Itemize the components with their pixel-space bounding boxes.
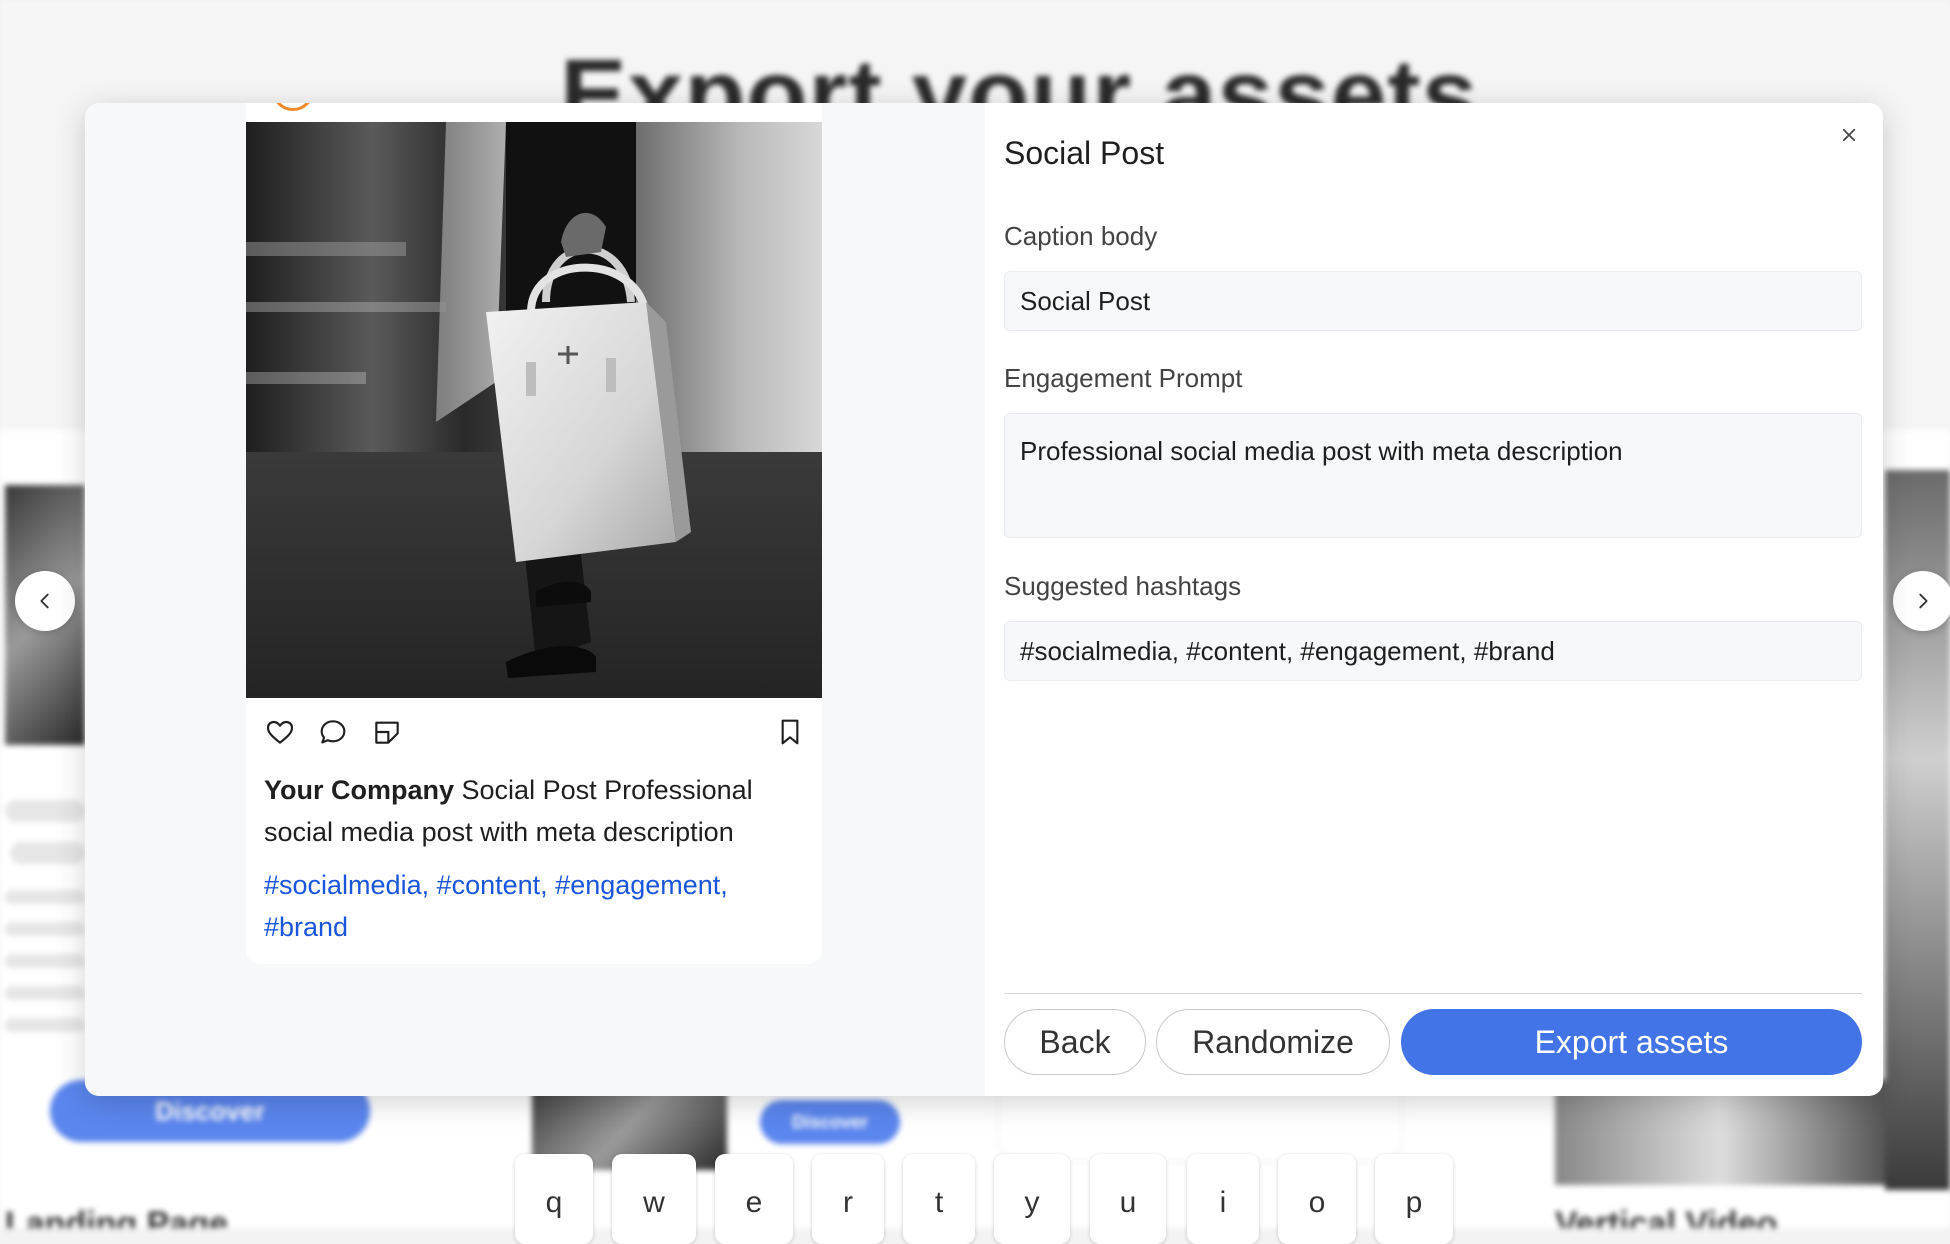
background-placeholder-line: [5, 800, 85, 822]
background-placeholder-line: [10, 842, 85, 864]
background-placeholder-line: [5, 890, 85, 904]
footer-divider: [1004, 993, 1862, 994]
engagement-prompt-label: Engagement Prompt: [1004, 363, 1243, 393]
key-i[interactable]: i: [1187, 1154, 1259, 1244]
background-placeholder-line: [5, 954, 85, 968]
suggested-hashtags-label: Suggested hashtags: [1004, 571, 1242, 601]
key-r[interactable]: r: [812, 1154, 884, 1244]
background-placeholder-line: [5, 922, 85, 936]
caption-body-input[interactable]: [1004, 271, 1862, 331]
preview-pane: Your Company Social Post Professional so…: [85, 103, 985, 1096]
export-modal: Your Company Social Post Professional so…: [85, 103, 1883, 1096]
caption-body-label: Caption body: [1004, 221, 1158, 251]
background-placeholder-line: [5, 1018, 85, 1032]
close-button[interactable]: [1833, 119, 1865, 151]
key-e[interactable]: e: [715, 1154, 793, 1244]
chevron-left-icon: [40, 593, 49, 609]
page-title: Social Post: [1004, 135, 1165, 171]
randomize-button[interactable]: Randomize: [1156, 1009, 1390, 1075]
background-landing-label: Landing Page: [5, 1205, 228, 1228]
bookmark-icon[interactable]: [774, 716, 806, 748]
key-q[interactable]: q: [515, 1154, 593, 1244]
handbag-photo: [246, 122, 822, 698]
social-post-preview: Your Company Social Post Professional so…: [246, 103, 822, 964]
previous-button[interactable]: [15, 571, 75, 631]
chevron-right-icon: [1919, 593, 1928, 609]
post-action-bar: [264, 716, 804, 750]
next-button[interactable]: [1893, 571, 1950, 631]
share-icon[interactable]: [371, 716, 403, 748]
avatar: [272, 103, 314, 111]
export-assets-button[interactable]: Export assets: [1401, 1009, 1862, 1075]
post-image: [246, 122, 822, 698]
post-caption: Your Company Social Post Professional so…: [264, 769, 804, 853]
close-icon: [1842, 128, 1856, 142]
key-t[interactable]: t: [903, 1154, 975, 1244]
background-placeholder-line: [5, 986, 85, 1000]
form-pane: Social Post Caption body Engagement Prom…: [985, 103, 1883, 1096]
key-p[interactable]: p: [1375, 1154, 1453, 1244]
background-discover-button-small: Discover: [760, 1100, 900, 1144]
key-w[interactable]: w: [612, 1154, 696, 1244]
heart-icon[interactable]: [264, 716, 296, 748]
engagement-prompt-input[interactable]: Professional social media post with meta…: [1004, 413, 1862, 538]
key-o[interactable]: o: [1278, 1154, 1356, 1244]
background-vertical-label: Vertical Video: [1555, 1205, 1778, 1228]
company-name: Your Company: [264, 775, 455, 805]
suggested-hashtags-input[interactable]: [1004, 621, 1862, 681]
post-hashtags[interactable]: #socialmedia, #content, #engagement, #br…: [264, 864, 804, 948]
comment-icon[interactable]: [317, 716, 349, 748]
key-u[interactable]: u: [1090, 1154, 1166, 1244]
back-button[interactable]: Back: [1004, 1009, 1146, 1075]
key-y[interactable]: y: [994, 1154, 1070, 1244]
